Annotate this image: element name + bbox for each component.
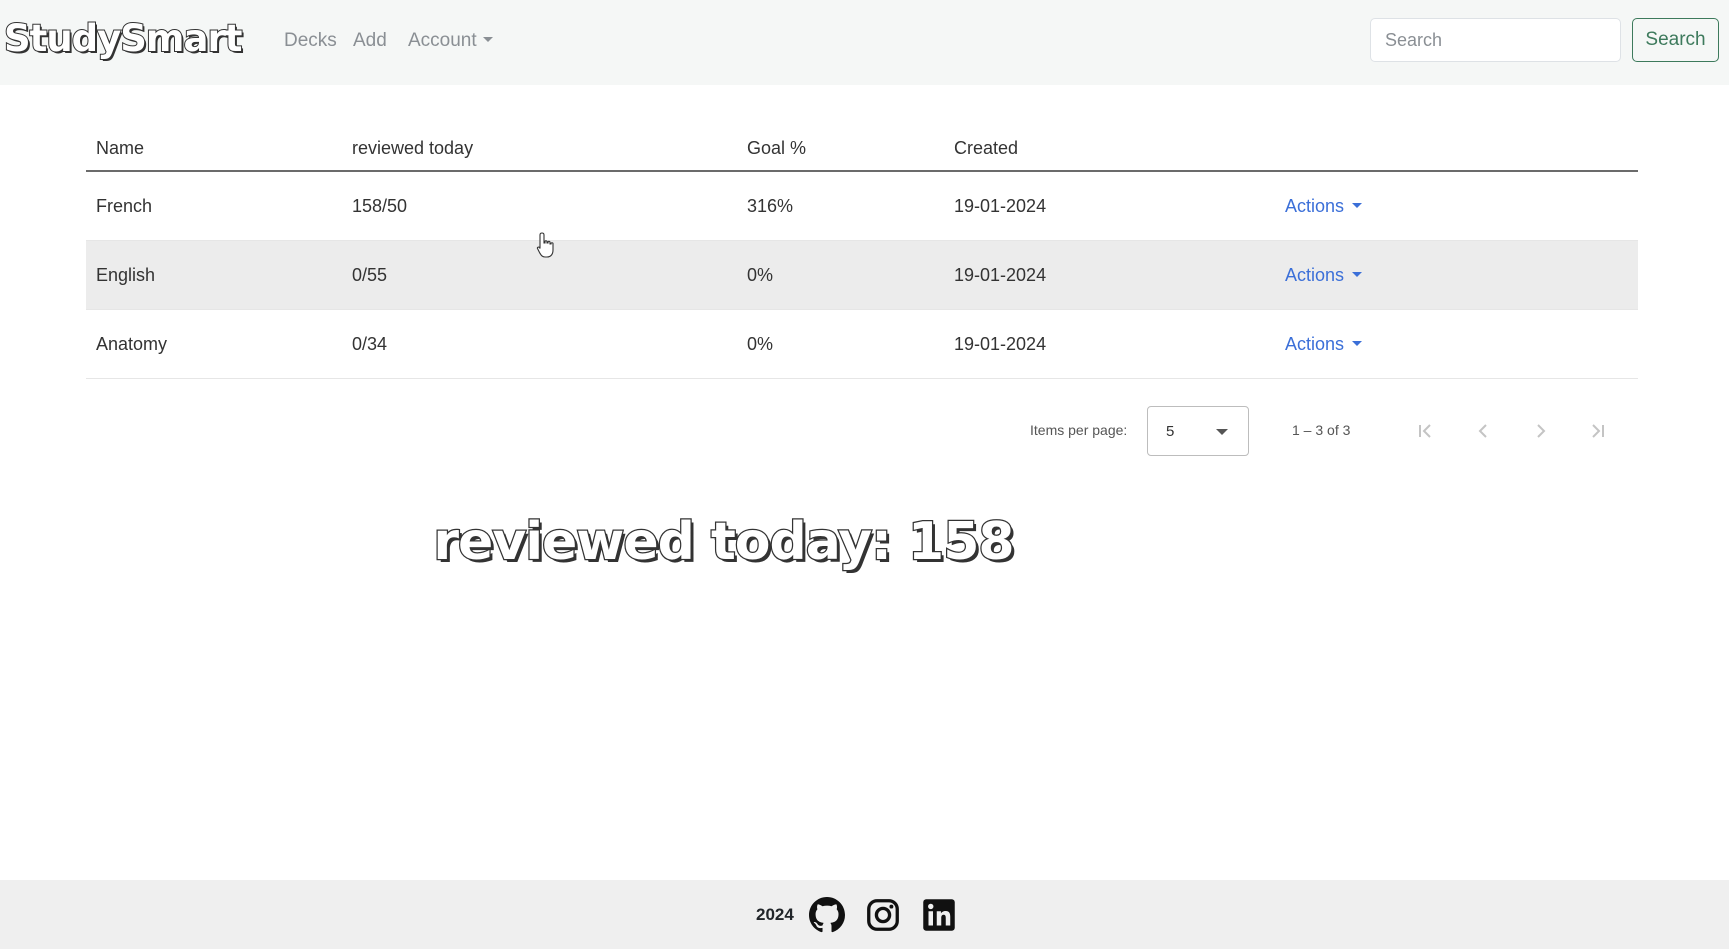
- reviewed-today-banner: reviewed today: 158: [0, 511, 1729, 574]
- table-header: Name reviewed today Goal % Created: [86, 118, 1638, 172]
- actions-label: Actions: [1285, 334, 1345, 354]
- header-created[interactable]: Created: [954, 138, 1018, 159]
- deck-created: 19-01-2024: [954, 265, 1047, 285]
- actions-dropdown[interactable]: Actions: [1285, 334, 1363, 355]
- items-per-page-label: Items per page:: [1030, 422, 1128, 438]
- nav-link-add[interactable]: Add: [353, 28, 387, 54]
- brand-logo[interactable]: StudySmart: [3, 14, 243, 64]
- deck-created: 19-01-2024: [954, 334, 1047, 354]
- deck-reviewed: 0/55: [352, 265, 388, 285]
- decks-table: Name reviewed today Goal % Created Frenc…: [86, 118, 1638, 379]
- first-page-icon: [1419, 424, 1431, 438]
- caret-down-icon: [1352, 272, 1363, 278]
- deck-name: French: [96, 196, 153, 216]
- items-per-page-select[interactable]: 5: [1147, 406, 1249, 456]
- footer-year: 2024: [756, 905, 794, 924]
- actions-dropdown[interactable]: Actions: [1285, 196, 1363, 217]
- range-label: 1 – 3 of 3: [1292, 422, 1351, 438]
- actions-label: Actions: [1285, 265, 1345, 285]
- table-row[interactable]: Anatomy 0/34 0% 19-01-2024 Actions: [86, 310, 1638, 379]
- github-icon[interactable]: [809, 897, 845, 933]
- deck-name: English: [96, 265, 156, 285]
- header-name[interactable]: Name: [96, 138, 144, 159]
- previous-page-button[interactable]: [1463, 411, 1503, 451]
- header-goal[interactable]: Goal %: [747, 138, 806, 159]
- next-page-button[interactable]: [1521, 411, 1561, 451]
- paginator: Items per page: 5 1 – 3 of 3: [0, 406, 1729, 456]
- deck-reviewed: 158/50: [352, 196, 408, 216]
- actions-label: Actions: [1285, 196, 1345, 216]
- reviewed-today-text: reviewed today: 158: [432, 511, 1016, 574]
- caret-down-icon: [1352, 341, 1363, 347]
- table-row[interactable]: French 158/50 316% 19-01-2024 Actions: [86, 172, 1638, 241]
- footer: 2024: [0, 880, 1729, 949]
- linkedin-icon[interactable]: [921, 897, 957, 933]
- deck-name: Anatomy: [96, 334, 168, 354]
- caret-down-icon: [1352, 203, 1363, 209]
- deck-goal: 0%: [747, 334, 774, 354]
- table-row[interactable]: English 0/55 0% 19-01-2024 Actions: [86, 241, 1638, 310]
- first-page-button[interactable]: [1405, 411, 1445, 451]
- last-page-button[interactable]: [1578, 411, 1618, 451]
- navbar: StudySmart Decks Add Account Search: [0, 0, 1729, 85]
- items-per-page-value: 5: [1166, 423, 1175, 440]
- caret-down-icon: [482, 36, 493, 42]
- deck-reviewed: 0/34: [352, 334, 388, 354]
- deck-created: 19-01-2024: [954, 196, 1047, 216]
- chevron-right-icon: [1537, 424, 1546, 438]
- nav-account-label: Account: [408, 30, 477, 51]
- header-reviewed-today[interactable]: reviewed today: [352, 138, 473, 159]
- nav-account-dropdown[interactable]: Account: [408, 28, 493, 54]
- deck-goal: 316%: [747, 196, 794, 216]
- deck-goal: 0%: [747, 265, 774, 285]
- hand-pointer-icon: [536, 232, 554, 258]
- instagram-icon[interactable]: [865, 897, 901, 933]
- search-input[interactable]: [1370, 18, 1621, 62]
- search-button[interactable]: Search: [1632, 18, 1719, 62]
- caret-down-icon: [1216, 429, 1228, 435]
- chevron-left-icon: [1478, 424, 1487, 438]
- last-page-icon: [1592, 424, 1604, 438]
- actions-dropdown[interactable]: Actions: [1285, 265, 1363, 286]
- nav-link-decks[interactable]: Decks: [284, 28, 337, 54]
